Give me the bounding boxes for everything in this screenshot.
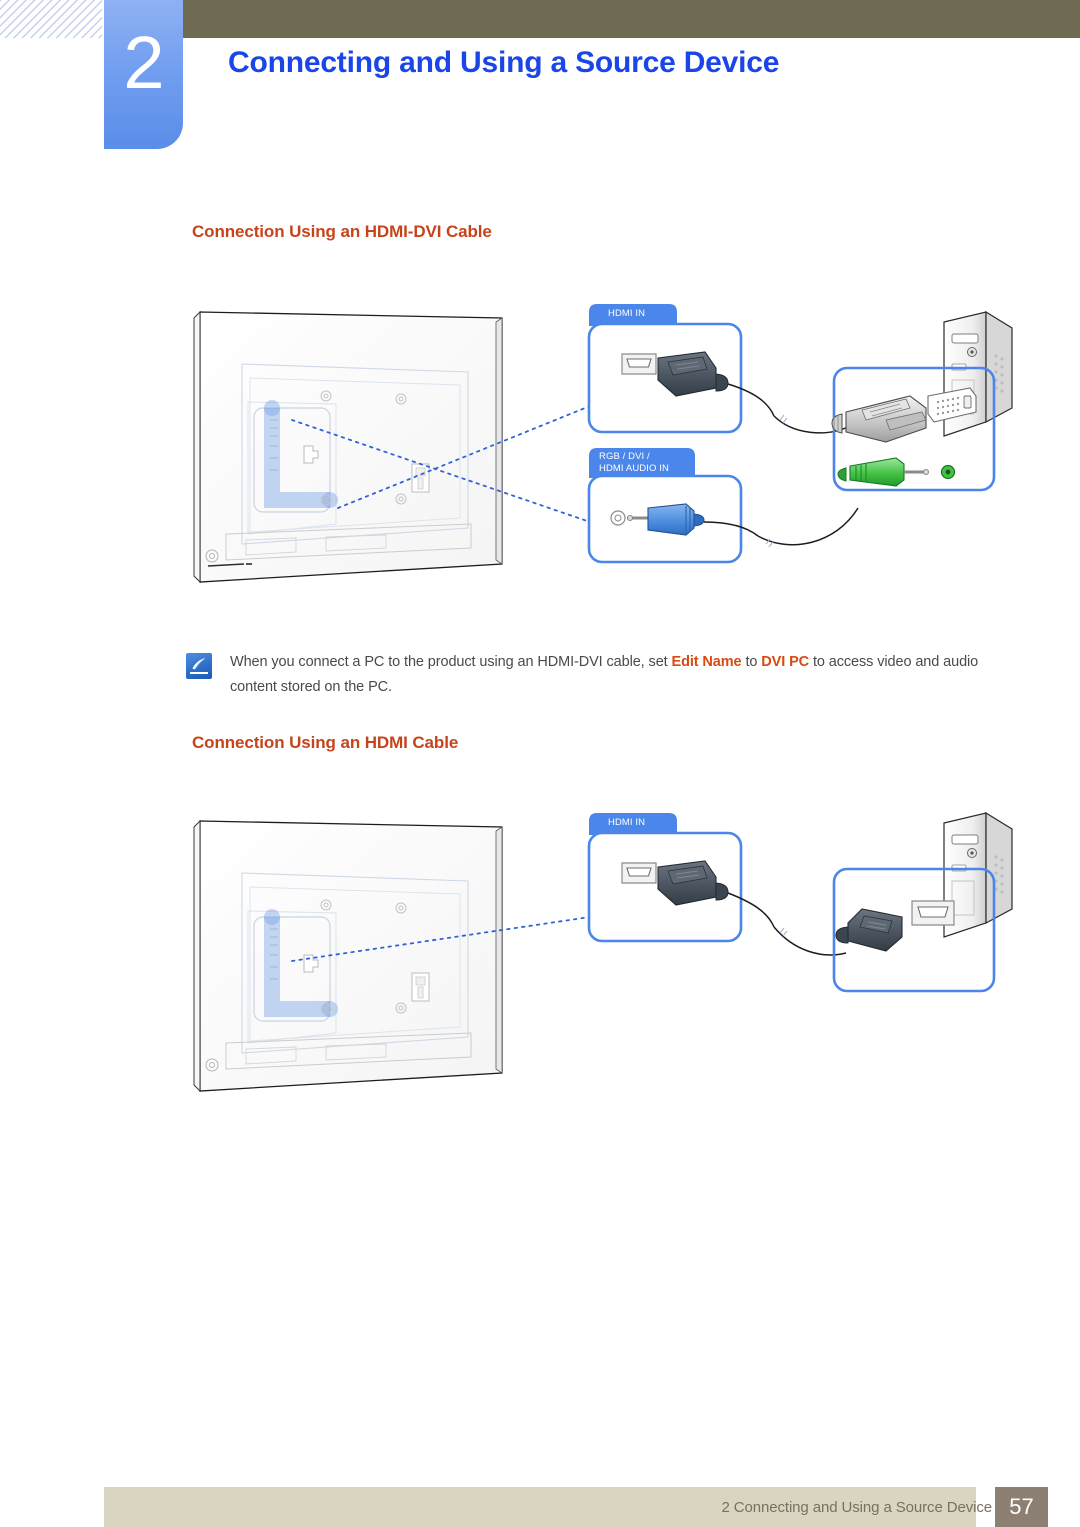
stereo-audio-cable <box>757 507 859 546</box>
chapter-number: 2 <box>123 21 164 104</box>
section-heading-hdmi-dvi: Connection Using an HDMI-DVI Cable <box>192 222 492 241</box>
page-number: 57 <box>995 1487 1048 1527</box>
decorative-hatch-pattern <box>0 0 102 38</box>
callout-hdmi-in <box>587 813 775 943</box>
diagram-hdmi-connection: HDMI IN <box>186 805 1016 1105</box>
note-text-part2: to <box>741 654 762 670</box>
display-rear-panel <box>193 310 503 584</box>
section-heading-hdmi: Connection Using an HDMI Cable <box>192 733 459 752</box>
callout-hdmi-in <box>587 304 775 434</box>
note-keyword-dvi-pc: DVI PC <box>761 654 810 670</box>
note-keyword-edit-name: Edit Name <box>671 654 742 670</box>
page-title: Connecting and Using a Source Device <box>228 46 780 79</box>
note-block: When you connect a PC to the product usi… <box>186 650 1016 700</box>
audio-socket-green-icon <box>940 464 956 480</box>
footer-breadcrumb: 2 Connecting and Using a Source Device <box>721 1499 992 1516</box>
note-icon-underline <box>190 672 208 674</box>
callout-rgb-dvi-hdmi-audio-in <box>587 448 759 564</box>
note-text: When you connect a PC to the product usi… <box>230 650 1016 700</box>
note-text-part1: When you connect a PC to the product usi… <box>230 654 672 670</box>
hdmi-port-icon <box>621 353 657 375</box>
display-rear-panel <box>193 819 503 1093</box>
diagram-hdmi-dvi-connection: HDMI IN RGB / DVI / HDMI AUDIO IN <box>186 296 1016 596</box>
note-pen-icon <box>186 653 212 679</box>
dvi-plug <box>831 395 927 443</box>
header-olive-bar <box>183 0 1080 38</box>
audio-plug-green <box>837 457 930 487</box>
hdmi-port-icon <box>621 862 657 884</box>
chapter-number-tab: 2 <box>104 0 183 149</box>
hdmi-port-pc-icon <box>911 900 955 926</box>
audio-jack-socket-icon <box>610 510 626 526</box>
hdmi-plug-pc <box>835 908 903 952</box>
page-header: 2 Connecting and Using a Source Device <box>0 0 1080 160</box>
